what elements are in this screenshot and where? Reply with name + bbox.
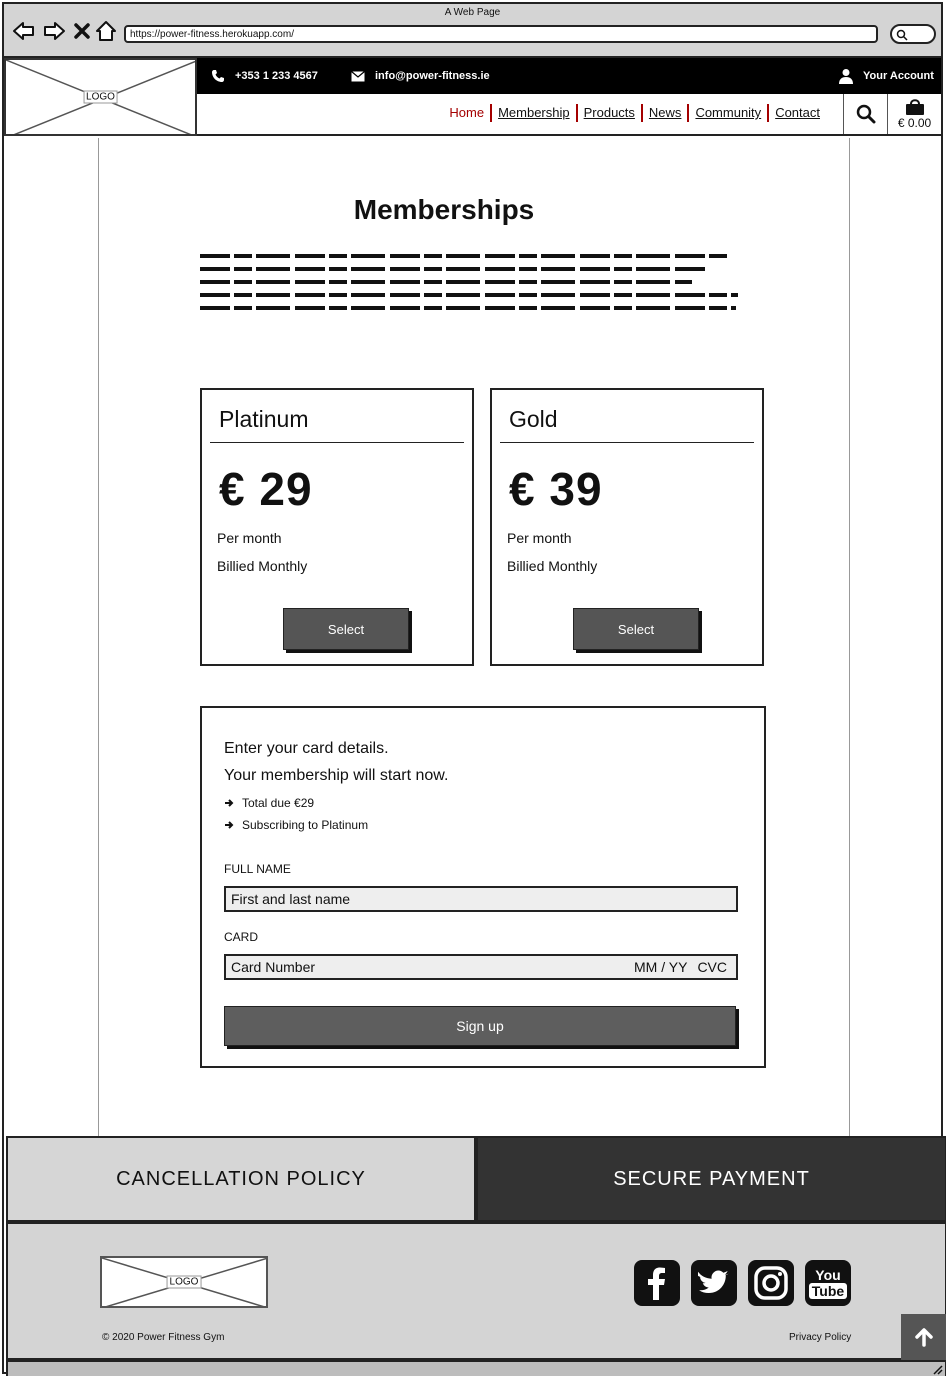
plan-name: Gold [509, 406, 558, 432]
main-menu: Home Membership Products News Community … [443, 104, 826, 122]
site-search-button[interactable] [843, 94, 887, 134]
youtube-text-bottom: Tube [808, 1283, 848, 1299]
account-link[interactable]: Your Account [839, 58, 934, 94]
email-address: info@power-fitness.ie [375, 70, 490, 82]
envelope-icon [351, 70, 365, 81]
plan-price: € 29 [219, 463, 313, 515]
plan-card-platinum: Platinum € 29 Per month Billied Monthly … [200, 388, 474, 666]
nav-membership[interactable]: Membership [490, 104, 576, 122]
plan-period: Per month [507, 530, 572, 546]
site-footer: LOGO You Tube © 2020 Power Fitness Gym P… [6, 1222, 946, 1360]
plan-name: Platinum [219, 406, 309, 432]
footer-logo-text: LOGO [166, 1275, 202, 1289]
search-icon [896, 29, 908, 41]
header-logo[interactable]: LOGO [4, 58, 197, 136]
privacy-policy-link[interactable]: Privacy Policy [789, 1332, 851, 1343]
back-arrow-icon[interactable] [12, 19, 36, 43]
back-to-top-button[interactable] [901, 1314, 946, 1360]
select-gold-button[interactable]: Select [573, 608, 699, 650]
card-label: CARD [224, 930, 259, 944]
stop-icon[interactable] [70, 19, 94, 43]
card-input[interactable]: Card Number MM / YY CVC [224, 954, 738, 980]
secure-payment-banner[interactable]: SECURE PAYMENT [476, 1136, 946, 1222]
page-title: Memberships [353, 194, 535, 225]
payment-heading: Enter your card details. [224, 740, 389, 757]
full-name-label: FULL NAME [224, 862, 291, 876]
browser-chrome: A Web Page https://power-fitness.herokua… [4, 4, 941, 58]
payment-subheading: Your membership will start now. [224, 767, 449, 784]
nav-products[interactable]: Products [575, 104, 641, 122]
footer-logo[interactable]: LOGO [100, 1256, 268, 1308]
sign-up-button[interactable]: Sign up [224, 1006, 736, 1046]
total-due-text: Total due €29 [242, 796, 315, 810]
subscribing-text: Subscribing to Platinum [242, 818, 369, 832]
card-cvc-placeholder: CVC [697, 959, 727, 975]
full-name-placeholder: First and last name [231, 891, 351, 907]
facebook-icon[interactable] [634, 1260, 680, 1306]
phone-number: +353 1 233 4567 [235, 70, 318, 82]
main-nav-row: Home Membership Products News Community … [197, 94, 941, 136]
email-contact[interactable]: info@power-fitness.ie [351, 58, 490, 94]
copyright-text: © 2020 Power Fitness Gym [102, 1332, 225, 1343]
intro-text-placeholder [200, 254, 740, 319]
plan-divider [210, 442, 464, 443]
twitter-icon[interactable] [691, 1260, 737, 1306]
full-name-input[interactable]: First and last name [224, 886, 738, 912]
instagram-icon[interactable] [748, 1260, 794, 1306]
search-icon [856, 104, 875, 124]
cart-total: € 0.00 [897, 116, 932, 130]
subscribing-item: Subscribing to Platinum [224, 818, 368, 832]
card-expiry-placeholder: MM / YY [634, 959, 688, 975]
card-number-placeholder: Card Number [231, 959, 316, 975]
browser-window: A Web Page https://power-fitness.herokua… [2, 2, 946, 1376]
account-label: Your Account [863, 70, 934, 82]
youtube-icon[interactable]: You Tube [805, 1260, 851, 1306]
select-platinum-button[interactable]: Select [283, 608, 409, 650]
total-due-item: Total due €29 [224, 796, 314, 810]
arrow-right-icon [225, 821, 234, 829]
header-logo-text: LOGO [83, 90, 118, 104]
content-guide-left [98, 138, 99, 1136]
cart-button[interactable]: € 0.00 [887, 94, 941, 134]
payment-form: Enter your card details. Your membership… [200, 706, 766, 1068]
phone-icon [212, 70, 224, 82]
plan-billing: Billied Monthly [217, 558, 308, 574]
cancellation-policy-banner[interactable]: CANCELLATION POLICY [6, 1136, 476, 1222]
home-icon[interactable] [94, 19, 118, 43]
forward-arrow-icon[interactable] [42, 19, 66, 43]
user-icon [839, 69, 853, 84]
browser-search-field[interactable] [890, 24, 936, 44]
resize-grip-icon[interactable] [931, 1363, 943, 1375]
content-guide-right [849, 138, 850, 1136]
arrow-right-icon [225, 799, 234, 807]
nav-news[interactable]: News [640, 104, 688, 122]
plan-price: € 39 [509, 463, 603, 515]
plan-period: Per month [217, 530, 282, 546]
plan-divider [500, 442, 754, 443]
arrow-up-icon [915, 1328, 933, 1347]
address-bar[interactable]: https://power-fitness.herokuapp.com/ [124, 25, 878, 43]
nav-contact[interactable]: Contact [767, 104, 826, 122]
window-title: A Web Page [444, 7, 501, 18]
shopping-bag-icon [905, 99, 924, 115]
nav-community[interactable]: Community [687, 104, 767, 122]
browser-status-bar [6, 1360, 946, 1376]
plan-billing: Billied Monthly [507, 558, 598, 574]
plan-card-gold: Gold € 39 Per month Billied Monthly Sele… [490, 388, 764, 666]
top-info-bar: +353 1 233 4567 info@power-fitness.ie Yo… [197, 58, 941, 94]
phone-contact[interactable]: +353 1 233 4567 [211, 58, 318, 94]
youtube-text-top: You [815, 1267, 841, 1283]
nav-home[interactable]: Home [443, 104, 490, 122]
